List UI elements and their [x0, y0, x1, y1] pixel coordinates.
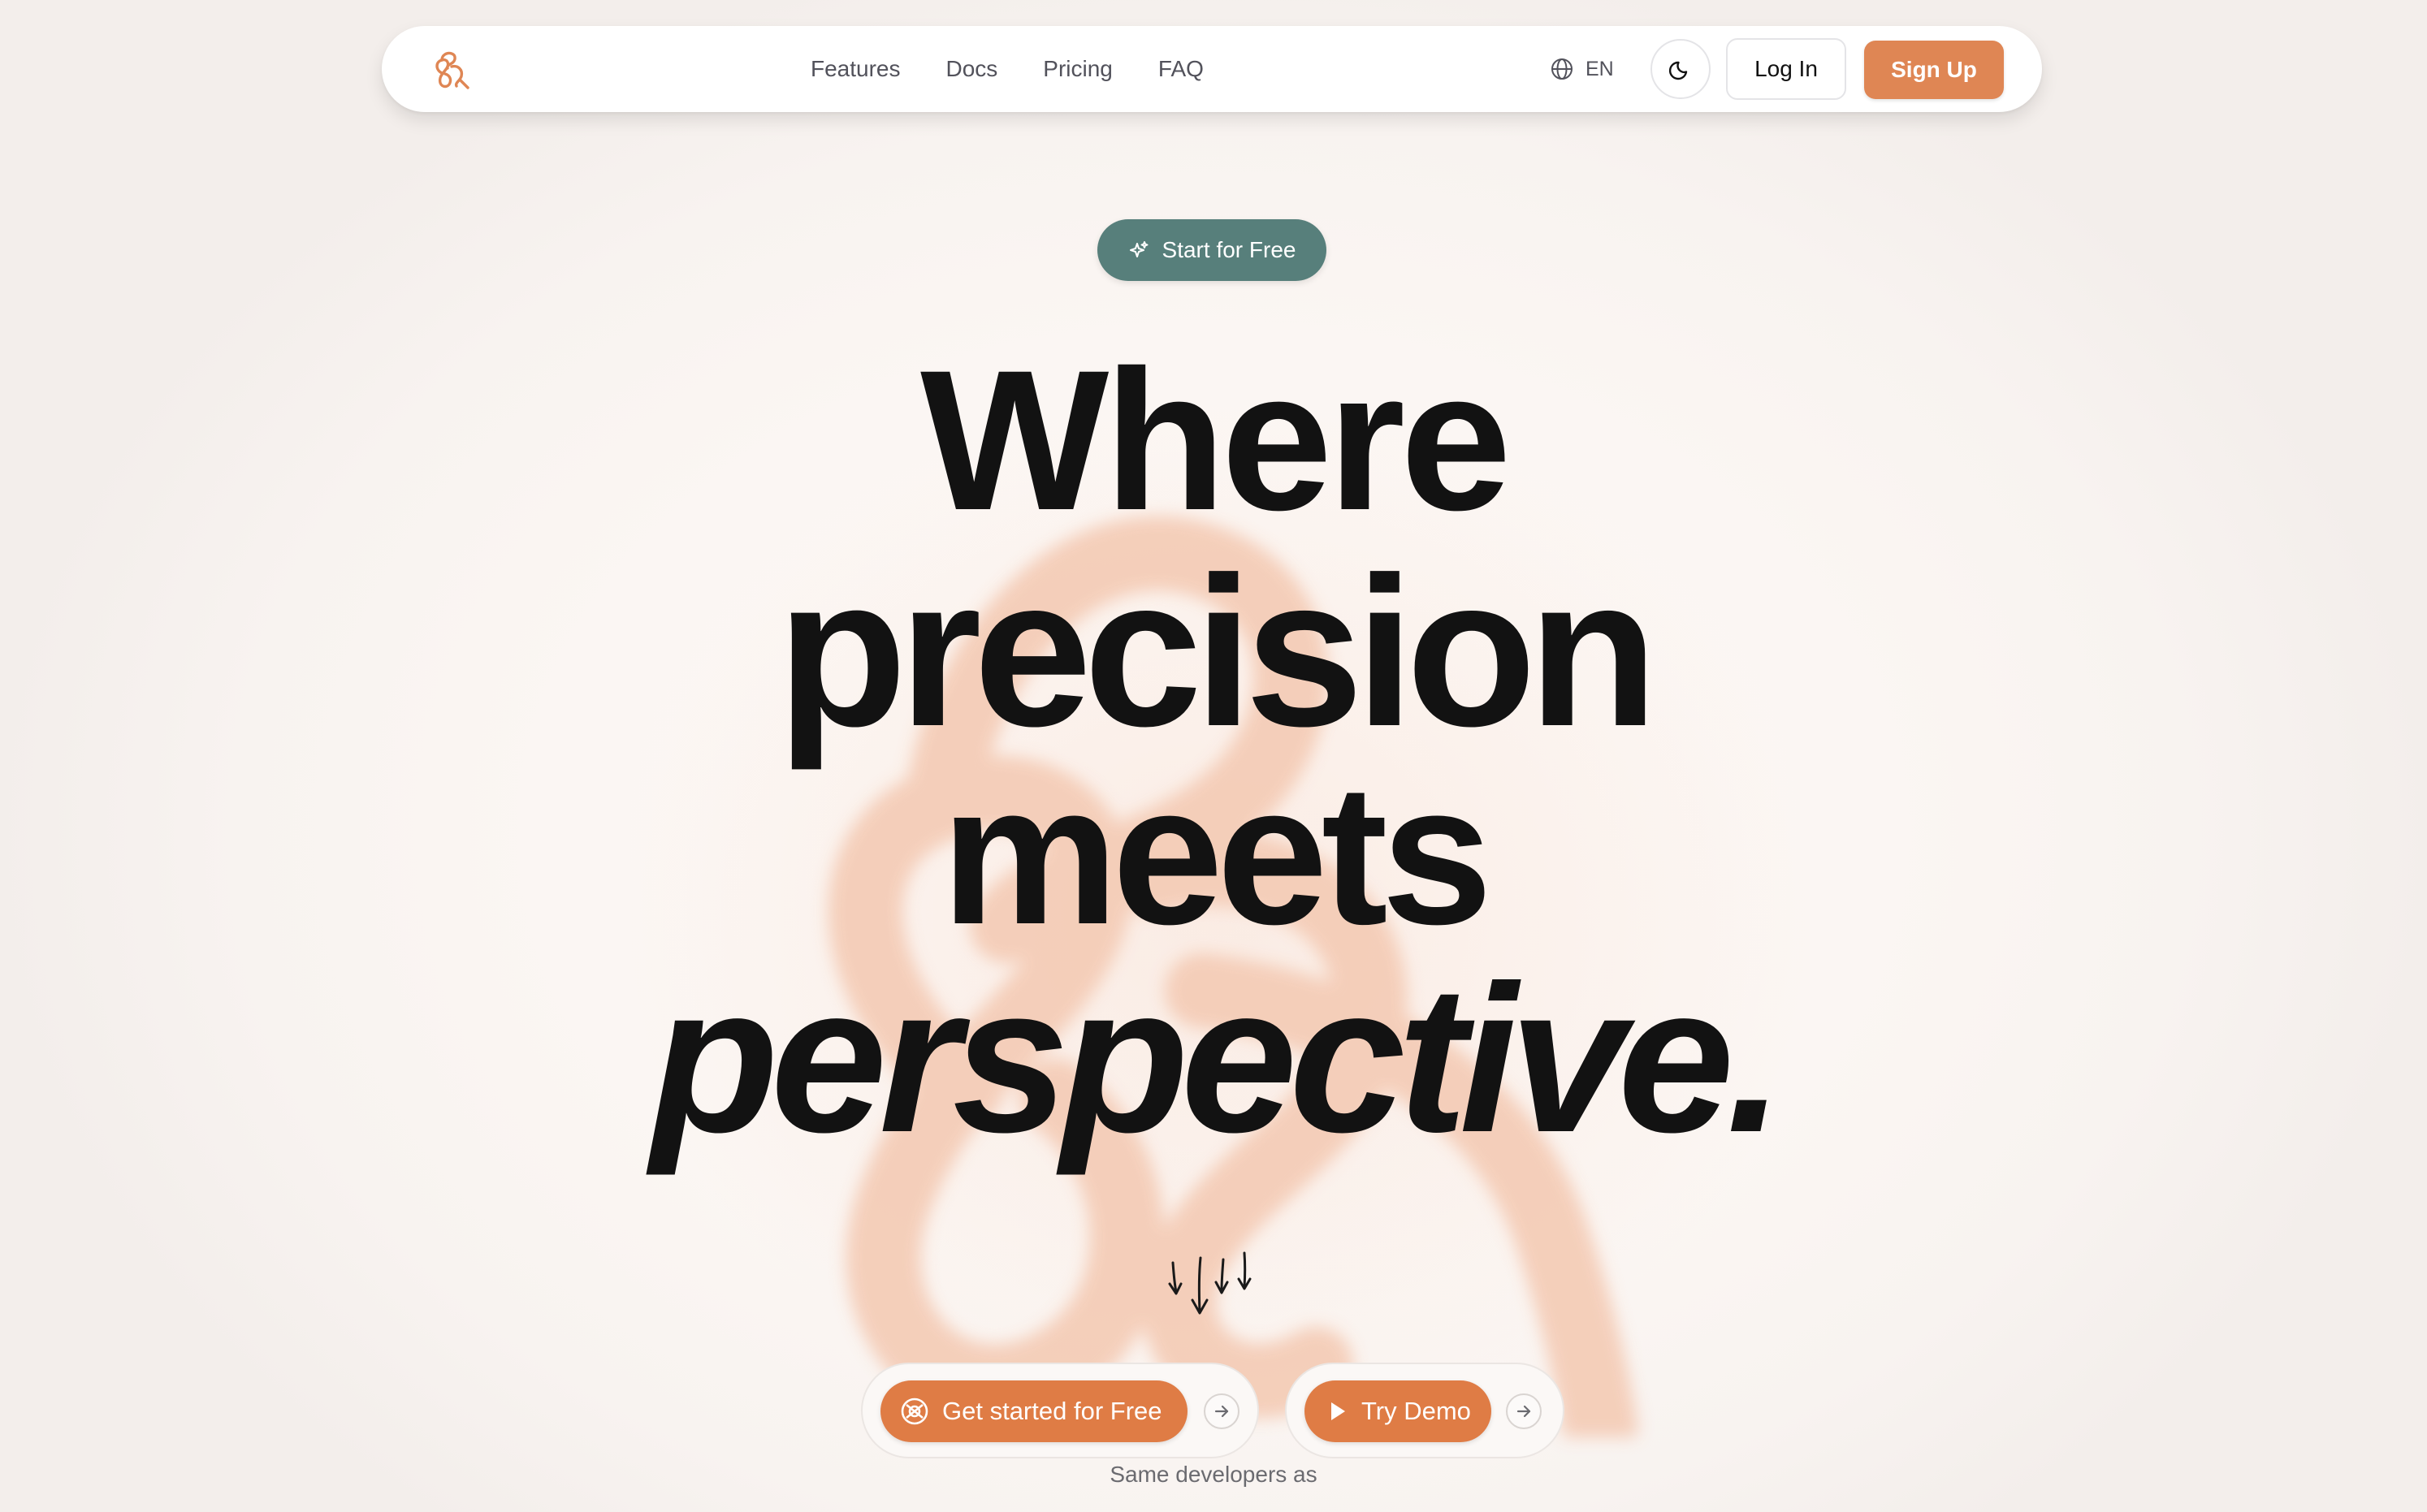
try-demo-label: Try Demo	[1361, 1397, 1471, 1425]
language-selector[interactable]: EN	[1550, 26, 1614, 112]
sparkle-icon	[1129, 241, 1149, 257]
login-button[interactable]: Log In	[1726, 38, 1846, 100]
get-started-arrow-button[interactable]	[1204, 1393, 1239, 1429]
headline-line-3: meets	[941, 743, 1492, 966]
nav-link-pricing[interactable]: Pricing	[1043, 56, 1113, 82]
landing-page: Features Docs Pricing FAQ EN Log In Sign…	[0, 0, 2427, 1512]
headline-line-1: Where	[920, 329, 1512, 552]
signup-button[interactable]: Sign Up	[1864, 41, 2004, 99]
nav-link-features[interactable]: Features	[811, 56, 901, 82]
logo-circle-icon	[901, 1398, 928, 1425]
top-navbar: Features Docs Pricing FAQ EN Log In Sign…	[382, 26, 2042, 112]
theme-toggle-button[interactable]	[1650, 39, 1711, 99]
try-demo-cta-group: Try Demo	[1285, 1363, 1564, 1458]
headline-line-4: perspective.	[651, 941, 1785, 1176]
headline-line-2: precision	[777, 533, 1659, 771]
nav-link-docs[interactable]: Docs	[946, 56, 998, 82]
knot-logo-icon[interactable]	[430, 49, 473, 91]
moon-icon	[1668, 61, 1688, 80]
get-started-label: Get started for Free	[942, 1397, 1162, 1425]
nav-link-faq[interactable]: FAQ	[1158, 56, 1204, 82]
start-free-badge[interactable]: Start for Free	[1097, 219, 1326, 281]
language-label: EN	[1586, 57, 1614, 80]
same-developers-caption: Same developers as	[1110, 1462, 1317, 1487]
get-started-cta-group: Get started for Free	[861, 1363, 1259, 1458]
nav-links: Features Docs Pricing FAQ	[811, 26, 1204, 112]
play-icon	[1331, 1402, 1345, 1420]
arrow-right-icon	[1516, 1405, 1531, 1418]
globe-icon	[1551, 58, 1573, 80]
hand-drawn-down-arrows-icon	[1168, 1251, 1252, 1315]
badge-label: Start for Free	[1162, 237, 1296, 262]
get-started-button[interactable]: Get started for Free	[880, 1380, 1188, 1442]
try-demo-button[interactable]: Try Demo	[1304, 1380, 1491, 1442]
try-demo-arrow-button[interactable]	[1506, 1393, 1542, 1429]
arrow-right-icon	[1214, 1405, 1229, 1418]
